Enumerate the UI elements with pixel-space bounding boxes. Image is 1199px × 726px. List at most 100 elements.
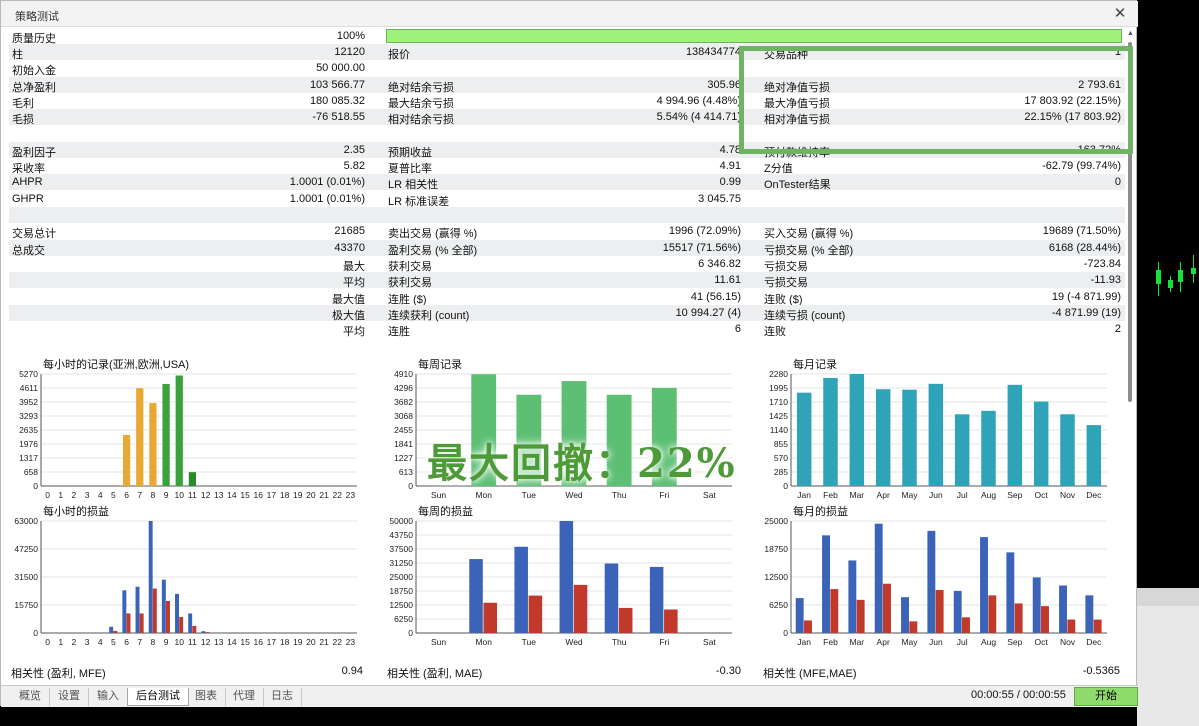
x-tick-label: Jan [797, 637, 811, 647]
bar-series-1 [109, 626, 114, 633]
x-tick-label: 6 [124, 490, 129, 500]
bar-series-2 [139, 613, 144, 633]
x-tick-label: 15 [240, 490, 250, 500]
tab-6[interactable]: 日志 [263, 688, 302, 706]
y-tick-label: 2455 [394, 425, 413, 435]
y-tick-label: 4296 [394, 383, 413, 393]
bar-series-1 [953, 590, 962, 633]
y-tick-label: 855 [774, 439, 788, 449]
x-tick-label: Wed [565, 490, 583, 500]
bar-series-1 [175, 593, 179, 633]
stat-value: 2.35 [343, 143, 365, 156]
elapsed-timer: 00:00:55 / 00:00:55 [971, 689, 1066, 701]
y-tick-label: 285 [774, 467, 788, 477]
y-tick-label: 18750 [764, 544, 788, 554]
stat-value: -11.93 [1090, 274, 1121, 287]
quality-progress-bar [386, 29, 1122, 43]
bar-series-2 [113, 630, 118, 633]
stat-value: 4.78 [719, 143, 741, 156]
stat-value: 138434774 [685, 46, 741, 58]
bar-series-2 [1093, 619, 1102, 633]
tab-0[interactable]: 概览 [11, 688, 50, 706]
x-tick-label: 16 [254, 637, 264, 647]
x-tick-label: Sat [703, 637, 716, 647]
y-tick-label: 18750 [389, 586, 413, 596]
close-icon[interactable]: ✕ [1110, 4, 1130, 24]
y-tick-label: 2635 [19, 425, 38, 435]
x-tick-label: Jul [957, 637, 968, 647]
bar [162, 383, 170, 486]
scroll-up-icon[interactable]: ▲ [1126, 30, 1135, 40]
stat-value: 6 [734, 323, 741, 336]
x-tick-label: Aug [981, 637, 996, 647]
x-tick-label: 12 [201, 637, 211, 647]
x-tick-label: Feb [823, 637, 838, 647]
x-tick-label: 5 [111, 490, 116, 500]
x-tick-label: 4 [98, 490, 103, 500]
x-tick-label: Thu [612, 490, 627, 500]
x-tick-label: Mar [850, 490, 865, 500]
x-tick-label: Nov [1060, 490, 1076, 500]
y-tick-label: 25000 [389, 572, 413, 582]
bar-series-2 [483, 602, 498, 633]
bar-series-1 [822, 535, 830, 633]
x-tick-label: 2 [72, 490, 77, 500]
y-tick-label: 1841 [394, 439, 413, 449]
x-tick-label: 22 [333, 637, 343, 647]
bar-series-2 [883, 583, 891, 633]
stats-row: 最大 获利交易 6 346.82 亏损交易 -723.84 [9, 256, 1125, 273]
x-tick-label: 9 [164, 490, 169, 500]
bar-series-1 [1059, 585, 1067, 633]
stat-value: 41 (56.15) [690, 290, 741, 303]
tab-5[interactable]: 代理 [225, 688, 264, 706]
x-tick-label: 18 [280, 637, 290, 647]
bar-series-2 [166, 601, 170, 633]
bar [875, 389, 891, 486]
x-tick-label: Fri [659, 490, 669, 500]
tab-2[interactable]: 输入 [89, 688, 128, 706]
y-tick-label: 1140 [770, 425, 789, 435]
y-tick-label: 25000 [764, 517, 788, 526]
bar-series-1 [1032, 577, 1041, 633]
x-tick-label: 0 [45, 637, 50, 647]
y-tick-label: 570 [774, 453, 788, 463]
x-tick-label: 21 [319, 490, 329, 500]
x-tick-label: 3 [85, 637, 90, 647]
x-tick-label: Mon [475, 490, 492, 500]
tab-4[interactable]: 图表 [187, 688, 226, 706]
y-tick-label: 0 [783, 628, 788, 638]
bar-series-2 [618, 607, 633, 633]
stat-value: -723.84 [1083, 257, 1121, 270]
x-tick-label: 1 [58, 637, 63, 647]
x-tick-label: 10 [175, 637, 185, 647]
stat-value: 11.61 [714, 274, 741, 287]
bar-series-1 [148, 521, 153, 633]
x-tick-label: Jan [797, 490, 811, 500]
bar-series-1 [122, 590, 127, 633]
x-tick-label: May [901, 637, 918, 647]
x-tick-label: Oct [1035, 490, 1049, 500]
candle [1156, 270, 1161, 284]
tab-3[interactable]: 后台测试 [127, 688, 189, 706]
tab-1[interactable]: 设置 [50, 688, 89, 706]
bar-series-1 [795, 598, 804, 633]
stats-row [9, 207, 1125, 223]
stat-value: 1996 (72.09%) [668, 225, 741, 238]
stats-row: 极大值 连续获利 (count) 10 994.27 (4) 连续亏损 (count)… [9, 304, 1125, 322]
bar [1007, 384, 1023, 486]
window-title: 策略测试 [15, 11, 59, 23]
x-tick-label: Sun [431, 637, 446, 647]
start-button[interactable]: 开始 [1074, 687, 1138, 706]
x-tick-label: 7 [137, 637, 142, 647]
chart-monthly-entries: 每月记录 2280 1995 1710 1425 1140 855 570 285 0 Jan Feb… [761, 356, 1113, 504]
bar-series-1 [135, 586, 140, 633]
bar-series-1 [649, 566, 664, 633]
bar-series-2 [192, 625, 197, 633]
stat-value: 4 994.96 (4.48%) [656, 94, 741, 107]
chart-hourly-entries: 每小时的记录(亚洲,欧洲,USA) 5270 4611 3952 3293 2635 197… [11, 356, 363, 504]
stat-label: 连败 [764, 326, 786, 339]
y-tick-label: 1710 [769, 397, 788, 407]
bar [188, 472, 197, 486]
x-tick-label: 17 [267, 490, 277, 500]
quality-value: 100% [336, 30, 365, 42]
